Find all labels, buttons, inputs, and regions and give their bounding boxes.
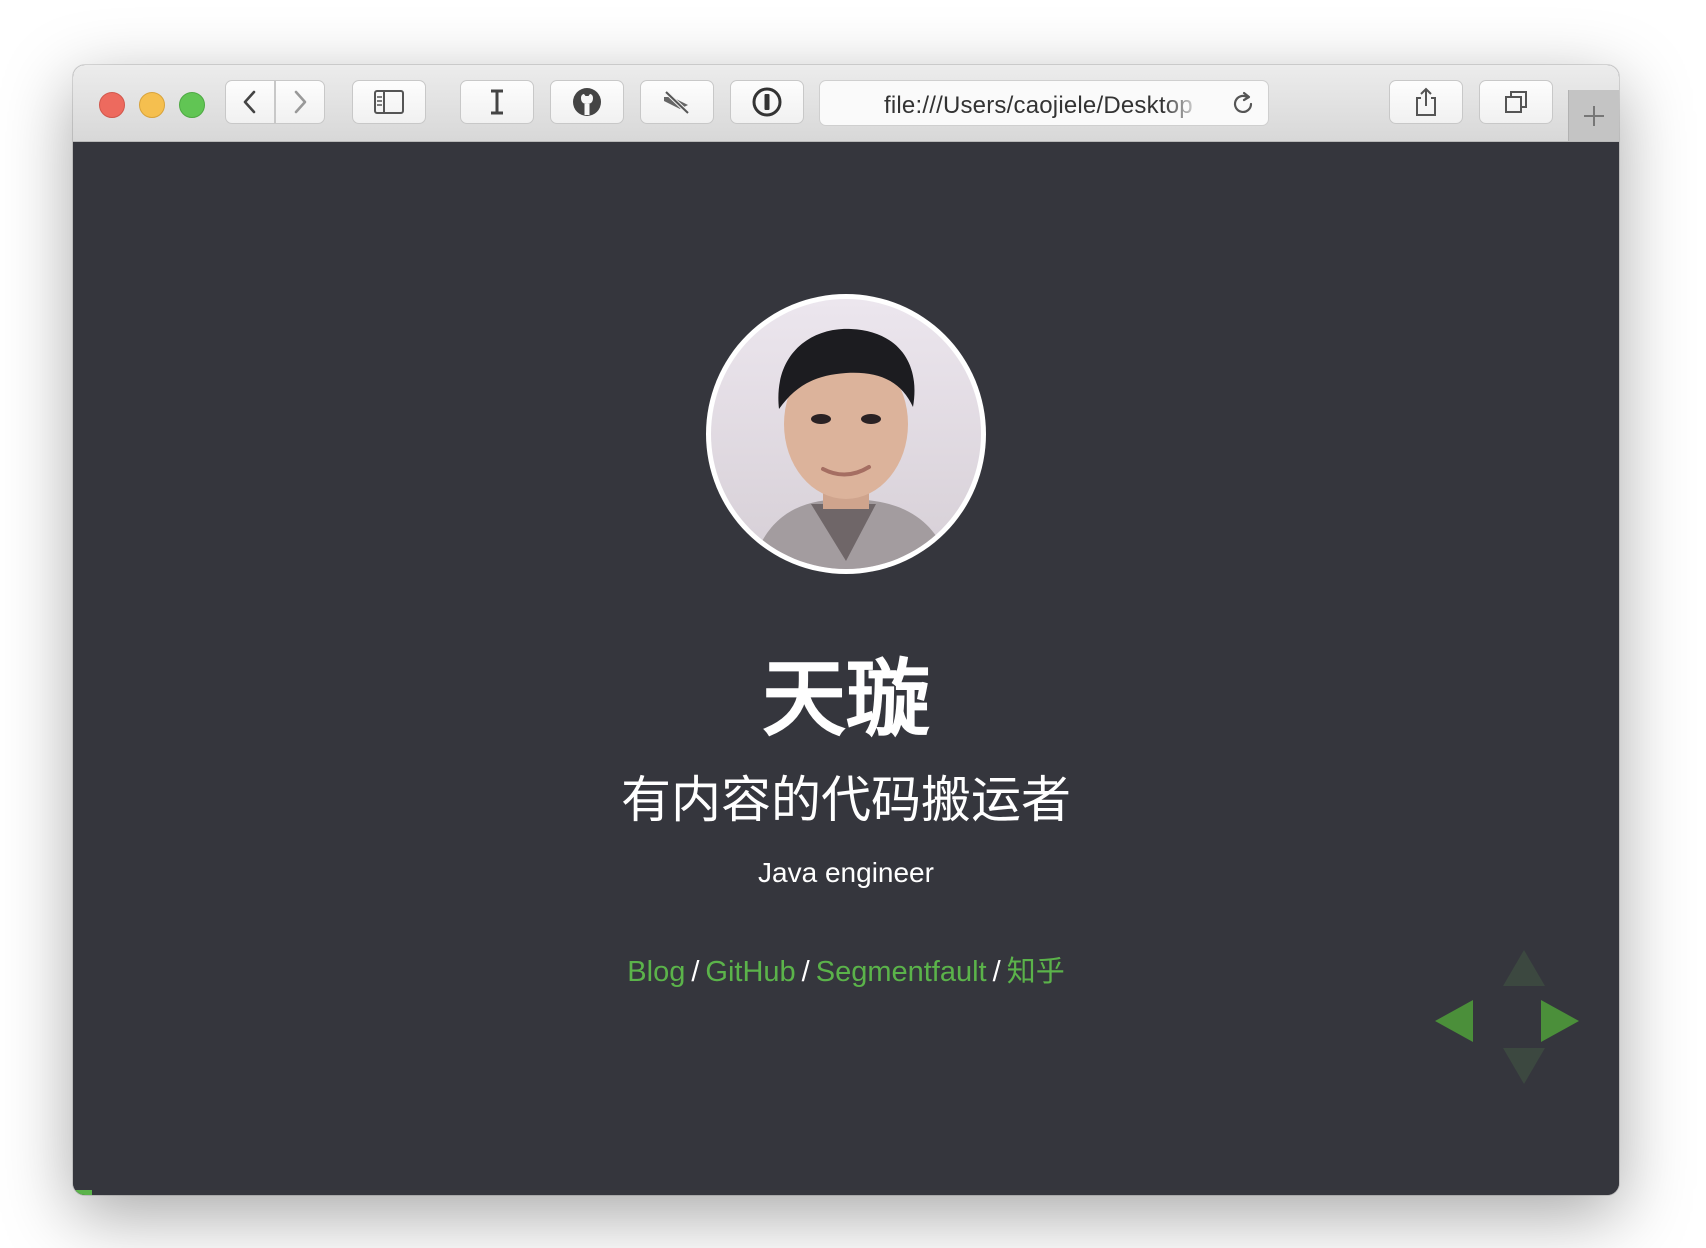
share-button[interactable] — [1389, 80, 1463, 124]
github-link[interactable]: GitHub — [705, 956, 795, 988]
profile-role: Java engineer — [758, 857, 934, 888]
nav-left-arrow-icon[interactable] — [1435, 1000, 1473, 1042]
link-separator: / — [691, 956, 700, 988]
profile-links: Blog / GitHub / Segmentfault / 知乎 — [73, 948, 1619, 990]
sidebar-button[interactable] — [352, 80, 426, 124]
text-cursor-button[interactable] — [460, 80, 534, 124]
profile-tagline: 有内容的代码搬运者 — [621, 771, 1071, 829]
info-icon — [752, 87, 782, 117]
avatar-frame — [706, 294, 986, 574]
tabs-overview-button[interactable] — [1479, 80, 1553, 124]
back-chevron-icon — [243, 90, 256, 114]
avatar — [711, 299, 981, 569]
plus-icon — [1584, 105, 1604, 126]
github-button[interactable] — [550, 80, 624, 124]
nav-up-arrow-icon[interactable] — [1503, 950, 1545, 986]
nav-down-arrow-icon[interactable] — [1503, 1048, 1545, 1084]
slash-tag-icon — [664, 90, 690, 115]
zhihu-link[interactable]: 知乎 — [1007, 954, 1065, 988]
sidebar-icon — [374, 90, 404, 114]
new-tab-button[interactable] — [1568, 90, 1619, 141]
link-separator: / — [992, 956, 1001, 988]
forward-button[interactable] — [275, 80, 325, 124]
browser-window: file:///Users/caojiele/Desktop 天璇 有内容的代码… — [73, 65, 1619, 1195]
back-button[interactable] — [225, 80, 275, 124]
reload-icon[interactable] — [1230, 91, 1256, 117]
share-icon — [1416, 87, 1436, 116]
blog-link[interactable]: Blog — [627, 956, 685, 988]
segmentfault-link[interactable]: Segmentfault — [816, 956, 987, 988]
tabs-icon — [1505, 91, 1527, 113]
text-cursor-icon — [491, 89, 503, 115]
slide: 天璇 有内容的代码搬运者 Java engineer Blog / GitHub / S… — [73, 142, 1619, 1195]
tag-button[interactable] — [640, 80, 714, 124]
link-separator: / — [801, 956, 810, 988]
github-icon — [573, 88, 601, 116]
minimize-window-button[interactable] — [139, 92, 165, 118]
forward-chevron-icon — [294, 90, 307, 114]
browser-toolbar: file:///Users/caojiele/Desktop — [73, 65, 1619, 142]
slide-progress-bar — [73, 1190, 92, 1195]
address-bar[interactable]: file:///Users/caojiele/Desktop — [819, 80, 1269, 126]
close-window-button[interactable] — [99, 92, 125, 118]
url-text[interactable]: file:///Users/caojiele/Desktop — [884, 92, 1202, 120]
nav-right-arrow-icon[interactable] — [1541, 1000, 1579, 1042]
profile-name: 天璇 — [761, 650, 930, 748]
zoom-window-button[interactable] — [179, 92, 205, 118]
info-button[interactable] — [730, 80, 804, 124]
